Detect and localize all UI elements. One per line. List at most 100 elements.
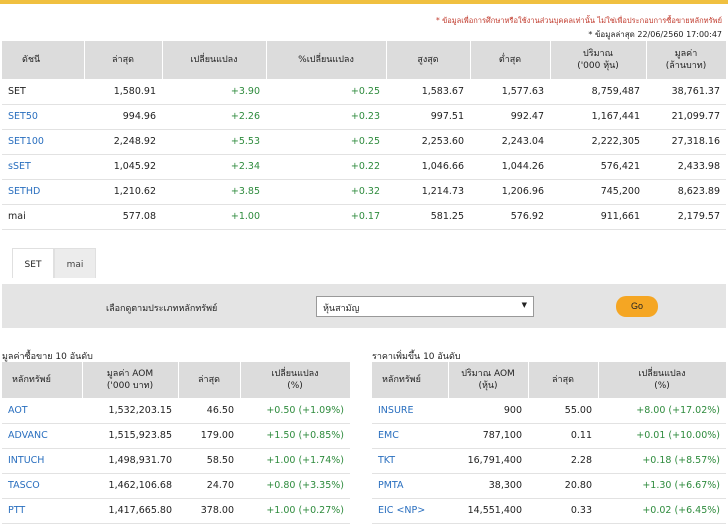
table-row: INSURE 900 55.00 +8.00 (+17.02%) [372, 398, 726, 424]
last: 46.50 [178, 398, 240, 424]
index-change: +3.90 [162, 79, 266, 105]
index-high: 1,214.73 [386, 179, 470, 205]
col-header-index: ดัชนี [2, 41, 85, 79]
index-high: 1,046.66 [386, 154, 470, 180]
col-header-last: ล่าสุด [84, 41, 163, 79]
col-header-change: เปลี่ยนแปลง (%) [598, 362, 727, 398]
symbol-link[interactable]: AOT [2, 398, 82, 424]
index-name: mai [2, 204, 84, 230]
last: 58.50 [178, 448, 240, 474]
index-name-link[interactable]: sSET [2, 154, 84, 180]
index-last: 1,045.92 [84, 154, 162, 180]
index-last: 1,210.62 [84, 179, 162, 205]
index-table-header: ดัชนี ล่าสุด เปลี่ยนแปลง %เปลี่ยนแปลง สู… [2, 41, 727, 79]
index-low: 1,206.96 [470, 179, 550, 205]
change: +1.00 (+0.27%) [240, 498, 350, 524]
index-low: 2,243.04 [470, 129, 550, 155]
index-change: +2.26 [162, 104, 266, 130]
symbol-link[interactable]: EMC [372, 423, 448, 449]
col-header-high: สูงสุด [386, 41, 471, 79]
tab-set[interactable]: SET [12, 248, 54, 278]
index-value: 2,433.98 [646, 154, 726, 180]
index-high: 1,583.67 [386, 79, 470, 105]
index-volume: 2,222,305 [550, 129, 646, 155]
change: +0.80 (+3.35%) [240, 473, 350, 499]
amount: 1,462,106.68 [82, 473, 178, 499]
amount: 14,551,400 [448, 498, 528, 524]
security-type-filter: เลือกดูตามประเภทหลักทรัพย์ หุ้นสามัญ ▼ G… [2, 284, 726, 328]
col-header-low: ต่ำสุด [470, 41, 551, 79]
amount: 1,532,203.15 [82, 398, 178, 424]
go-button[interactable]: Go [616, 296, 658, 317]
symbol-link[interactable]: ADVANC [2, 423, 82, 449]
table-row: PMTA 38,300 20.80 +1.30 (+6.67%) [372, 473, 726, 499]
index-name-link[interactable]: SET100 [2, 129, 84, 155]
table-row: AOT 1,532,203.15 46.50 +0.50 (+1.09%) [2, 398, 350, 424]
symbol-link[interactable]: PMTA [372, 473, 448, 499]
index-last: 577.08 [84, 204, 162, 230]
change: +1.50 (+0.85%) [240, 423, 350, 449]
index-volume: 576,421 [550, 154, 646, 180]
table-row: mai 577.08 +1.00 +0.17 581.25 576.92 911… [2, 204, 726, 230]
select-value: หุ้นสามัญ [323, 304, 360, 314]
change: +8.00 (+17.02%) [598, 398, 726, 424]
index-change: +2.34 [162, 154, 266, 180]
amount: 1,515,923.85 [82, 423, 178, 449]
col-header-last: ล่าสุด [528, 362, 599, 398]
index-name-link[interactable]: SETHD [2, 179, 84, 205]
symbol-link[interactable]: INTUCH [2, 448, 82, 474]
last: 0.11 [528, 423, 598, 449]
col-header-change: เปลี่ยนแปลง [162, 41, 267, 79]
symbol-link[interactable]: INSURE [372, 398, 448, 424]
market-tabs: SET mai [12, 248, 96, 278]
index-name: SET [2, 79, 84, 105]
index-volume: 911,661 [550, 204, 646, 230]
index-change: +5.53 [162, 129, 266, 155]
index-low: 1,044.26 [470, 154, 550, 180]
symbol-link[interactable]: TASCO [2, 473, 82, 499]
amount: 1,417,665.80 [82, 498, 178, 524]
index-change: +3.85 [162, 179, 266, 205]
table-row: SET50 994.96 +2.26 +0.23 997.51 992.47 1… [2, 104, 726, 130]
change: +0.18 (+8.57%) [598, 448, 726, 474]
top-value-table: หลักทรัพย์ มูลค่า AOM ('000 บาท) ล่าสุด … [2, 362, 351, 524]
index-name-link[interactable]: SET50 [2, 104, 84, 130]
dropdown-arrow-icon: ▼ [521, 301, 527, 309]
index-last: 1,580.91 [84, 79, 162, 105]
last: 2.28 [528, 448, 598, 474]
index-low: 1,577.63 [470, 79, 550, 105]
change: +0.02 (+6.45%) [598, 498, 726, 524]
symbol-link[interactable]: TKT [372, 448, 448, 474]
amount: 16,791,400 [448, 448, 528, 474]
change: +1.30 (+6.67%) [598, 473, 726, 499]
index-pct: +0.32 [266, 179, 386, 205]
change: +0.50 (+1.09%) [240, 398, 350, 424]
last: 0.33 [528, 498, 598, 524]
table-row: sSET 1,045.92 +2.34 +0.22 1,046.66 1,044… [2, 154, 726, 180]
index-pct: +0.17 [266, 204, 386, 230]
change: +1.00 (+1.74%) [240, 448, 350, 474]
tab-mai[interactable]: mai [54, 248, 96, 278]
index-value: 38,761.37 [646, 79, 726, 105]
table-row: PTT 1,417,665.80 378.00 +1.00 (+0.27%) [2, 498, 350, 524]
symbol-link[interactable]: EIC <NP> [372, 498, 448, 524]
index-high: 997.51 [386, 104, 470, 130]
index-pct: +0.25 [266, 79, 386, 105]
index-volume: 1,167,441 [550, 104, 646, 130]
symbol-link[interactable]: PTT [2, 498, 82, 524]
col-header-volume: ปริมาณ ('000 หุ้น) [550, 41, 647, 79]
index-last: 2,248.92 [84, 129, 162, 155]
index-volume: 8,759,487 [550, 79, 646, 105]
last: 24.70 [178, 473, 240, 499]
top-accent-bar [0, 0, 728, 4]
index-value: 8,623.89 [646, 179, 726, 205]
top-gainers-title: ราคาเพิ่มขึ้น 10 อันดับ [372, 352, 461, 362]
index-pct: +0.23 [266, 104, 386, 130]
disclaimer-text: * ข้อมูลเพื่อการศึกษาหรือใช้งานส่วนบุคคล… [435, 16, 722, 25]
index-low: 992.47 [470, 104, 550, 130]
table-row: SET100 2,248.92 +5.53 +0.25 2,253.60 2,2… [2, 129, 726, 155]
table-row: SET 1,580.91 +3.90 +0.25 1,583.67 1,577.… [2, 79, 726, 105]
index-pct: +0.22 [266, 154, 386, 180]
col-header-symbol: หลักทรัพย์ [2, 362, 83, 398]
security-type-select[interactable]: หุ้นสามัญ ▼ [316, 296, 534, 317]
